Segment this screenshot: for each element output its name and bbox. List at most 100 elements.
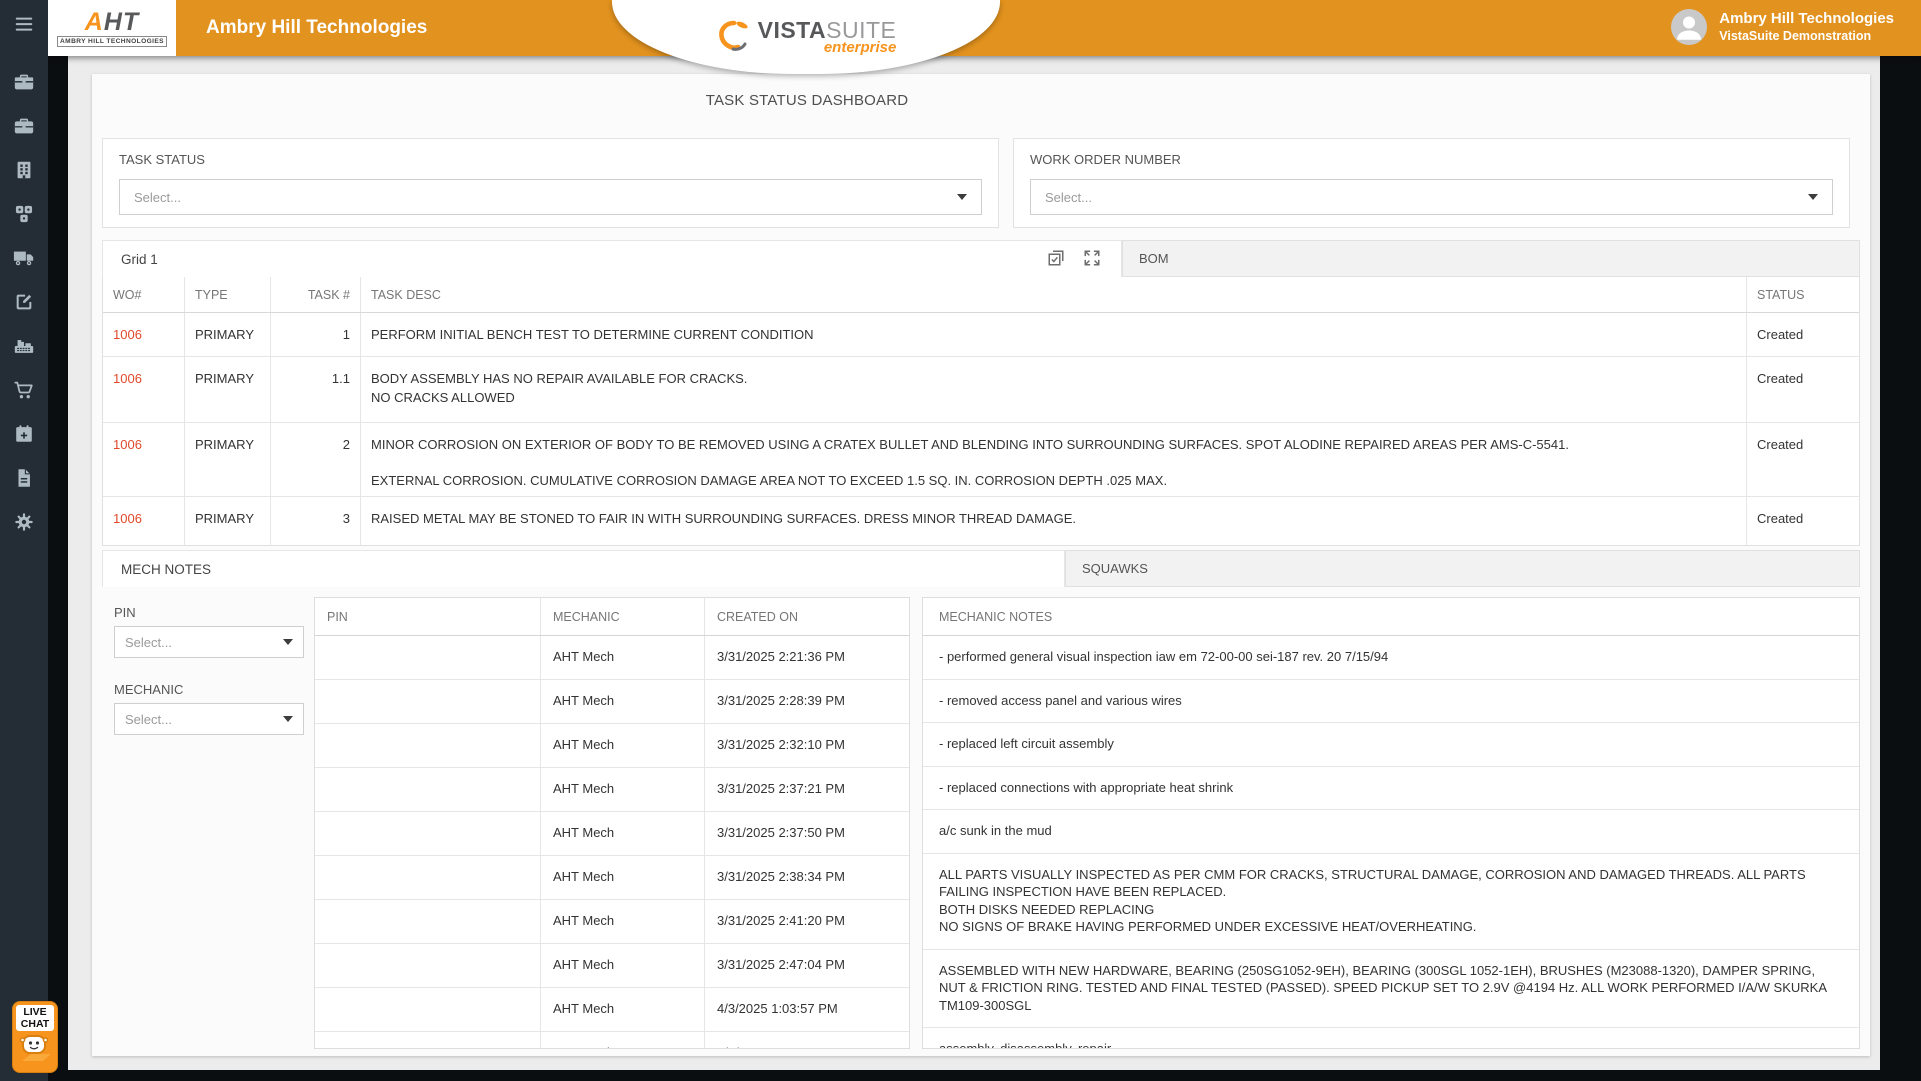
mechanic-cell: AHT Mech [541,944,705,987]
created-on-cell: 3/31/2025 2:21:36 PM [705,636,909,679]
status-cell: Created [1747,357,1859,422]
mech-note-row[interactable]: AHT Mech3/31/2025 2:41:20 PM [315,900,909,944]
work-order-placeholder: Select... [1045,190,1808,205]
work-order-filter-panel: WORK ORDER NUMBER Select... [1013,138,1850,228]
wo-link[interactable]: 1006 [113,437,142,452]
live-chat-line1: LIVE [16,1007,54,1019]
calendar-plus-icon[interactable] [9,422,39,446]
truck-icon[interactable] [9,246,39,270]
live-chat-button[interactable]: LIVE CHAT [12,1001,58,1073]
col-task-num[interactable]: TASK # [271,277,361,312]
created-on-cell: 4/3/2025 1:03:57 PM [705,988,909,1031]
col-created-on[interactable]: CREATED ON [705,598,909,635]
briefcase-icon[interactable] [9,114,39,138]
task-status-select[interactable]: Select... [119,179,982,215]
cubes-icon[interactable] [9,202,39,226]
task-num-cell: 2 [271,423,361,496]
work-order-select[interactable]: Select... [1030,179,1833,215]
task-row: 1006PRIMARY3RAISED METAL MAY BE STONED T… [103,497,1859,545]
gear-icon[interactable] [9,510,39,534]
mech-note-row[interactable]: AHT Mech4/4/2025 12:34:25 PM [315,1032,909,1049]
cart-icon[interactable] [9,378,39,402]
squawks-tab-label: SQUAWKS [1082,561,1148,576]
edit-icon[interactable] [9,290,39,314]
mech-note-row[interactable]: AHT Mech3/31/2025 2:47:04 PM [315,944,909,988]
mechanic-cell: AHT Mech [541,812,705,855]
fullscreen-icon[interactable] [1083,249,1103,269]
pin-cell [315,812,541,855]
pin-cell [315,944,541,987]
task-desc-cell: RAISED METAL MAY BE STONED TO FAIR IN WI… [361,497,1747,545]
created-on-cell: 3/31/2025 2:28:39 PM [705,680,909,723]
file-icon[interactable] [9,466,39,490]
cash-register-icon[interactable] [9,334,39,358]
mechanic-note-text: assembly, disassembly, repair [923,1028,1859,1049]
created-on-cell: 4/4/2025 12:34:25 PM [705,1032,909,1049]
type-cell: PRIMARY [185,357,271,422]
mechanic-note-text: ASSEMBLED WITH NEW HARDWARE, BEARING (25… [923,950,1859,1029]
app-header: AHT AMBRY HILL TECHNOLOGIES Ambry Hill T… [0,0,1921,56]
pin-cell [315,768,541,811]
main-page: TASK STATUS DASHBOARD TASK STATUS Select… [68,56,1880,1070]
task-num-cell: 1.1 [271,357,361,422]
task-grid-header: WO# TYPE TASK # TASK DESC STATUS [103,277,1859,313]
toolbox-icon[interactable] [9,70,39,94]
pin-cell [315,988,541,1031]
wo-link[interactable]: 1006 [113,371,142,386]
mechanic-note-text: - performed general visual inspection ia… [923,636,1859,680]
mech-note-row[interactable]: AHT Mech3/31/2025 2:21:36 PM [315,636,909,680]
mech-note-row[interactable]: AHT Mech4/3/2025 1:03:57 PM [315,988,909,1032]
grid-tab-label: Grid 1 [121,252,158,267]
col-wo[interactable]: WO# [103,277,185,312]
tab-mech-notes[interactable]: MECH NOTES [102,550,1065,587]
col-type[interactable]: TYPE [185,277,271,312]
mechanic-cell: AHT Mech [541,988,705,1031]
task-desc-paragraph: RAISED METAL MAY BE STONED TO FAIR IN WI… [371,509,1736,528]
status-cell: Created [1747,423,1859,496]
mech-note-row[interactable]: AHT Mech3/31/2025 2:37:21 PM [315,768,909,812]
pin-cell [315,1032,541,1049]
col-pin[interactable]: PIN [315,598,541,635]
task-desc-paragraph: BODY ASSEMBLY HAS NO REPAIR AVAILABLE FO… [371,369,1736,407]
mechanic-cell: AHT Mech [541,768,705,811]
created-on-cell: 3/31/2025 2:37:50 PM [705,812,909,855]
created-on-cell: 3/31/2025 2:38:34 PM [705,856,909,899]
wo-link[interactable]: 1006 [113,327,142,342]
tab-grid-1[interactable]: Grid 1 [102,240,1122,277]
type-cell: PRIMARY [185,423,271,496]
pin-cell [315,724,541,767]
multi-select-icon[interactable] [1047,249,1067,269]
filter-row: TASK STATUS Select... WORK ORDER NUMBER … [102,138,1860,228]
mech-note-row[interactable]: AHT Mech3/31/2025 2:38:34 PM [315,856,909,900]
building-icon[interactable] [9,158,39,182]
menu-icon[interactable] [0,0,48,48]
mech-note-row[interactable]: AHT Mech3/31/2025 2:37:50 PM [315,812,909,856]
mech-note-row[interactable]: AHT Mech3/31/2025 2:32:10 PM [315,724,909,768]
tab-bom[interactable]: BOM [1122,240,1860,277]
avatar[interactable] [1671,9,1707,45]
brand-edition: enterprise [824,39,897,56]
task-desc-paragraph: PERFORM INITIAL BENCH TEST TO DETERMINE … [371,325,1736,344]
type-cell: PRIMARY [185,313,271,356]
mechanic-cell: AHT Mech [541,900,705,943]
col-task-desc[interactable]: TASK DESC [361,277,1747,312]
col-status[interactable]: STATUS [1747,277,1859,312]
wo-link[interactable]: 1006 [113,511,142,526]
task-num-cell: 3 [271,497,361,545]
chevron-down-icon [957,194,967,200]
user-menu[interactable]: Ambry Hill Technologies VistaSuite Demon… [1671,9,1894,45]
notes-list: - performed general visual inspection ia… [923,636,1859,1049]
mechanic-select[interactable]: Select... [114,703,304,735]
pin-select[interactable]: Select... [114,626,304,658]
pin-cell [315,856,541,899]
created-on-cell: 3/31/2025 2:41:20 PM [705,900,909,943]
user-env: VistaSuite Demonstration [1719,28,1894,45]
mechanic-placeholder: Select... [125,712,283,727]
task-grid-section: Grid 1 BOM WO# TYPE TASK # TASK DESC STA… [102,240,1860,546]
mech-note-row[interactable]: AHT Mech3/31/2025 2:28:39 PM [315,680,909,724]
task-grid: WO# TYPE TASK # TASK DESC STATUS 1006PRI… [102,277,1860,546]
sidebar-nav [0,70,48,534]
aht-logo: AHT [85,10,139,34]
col-mechanic[interactable]: MECHANIC [541,598,705,635]
tab-squawks[interactable]: SQUAWKS [1065,550,1860,587]
